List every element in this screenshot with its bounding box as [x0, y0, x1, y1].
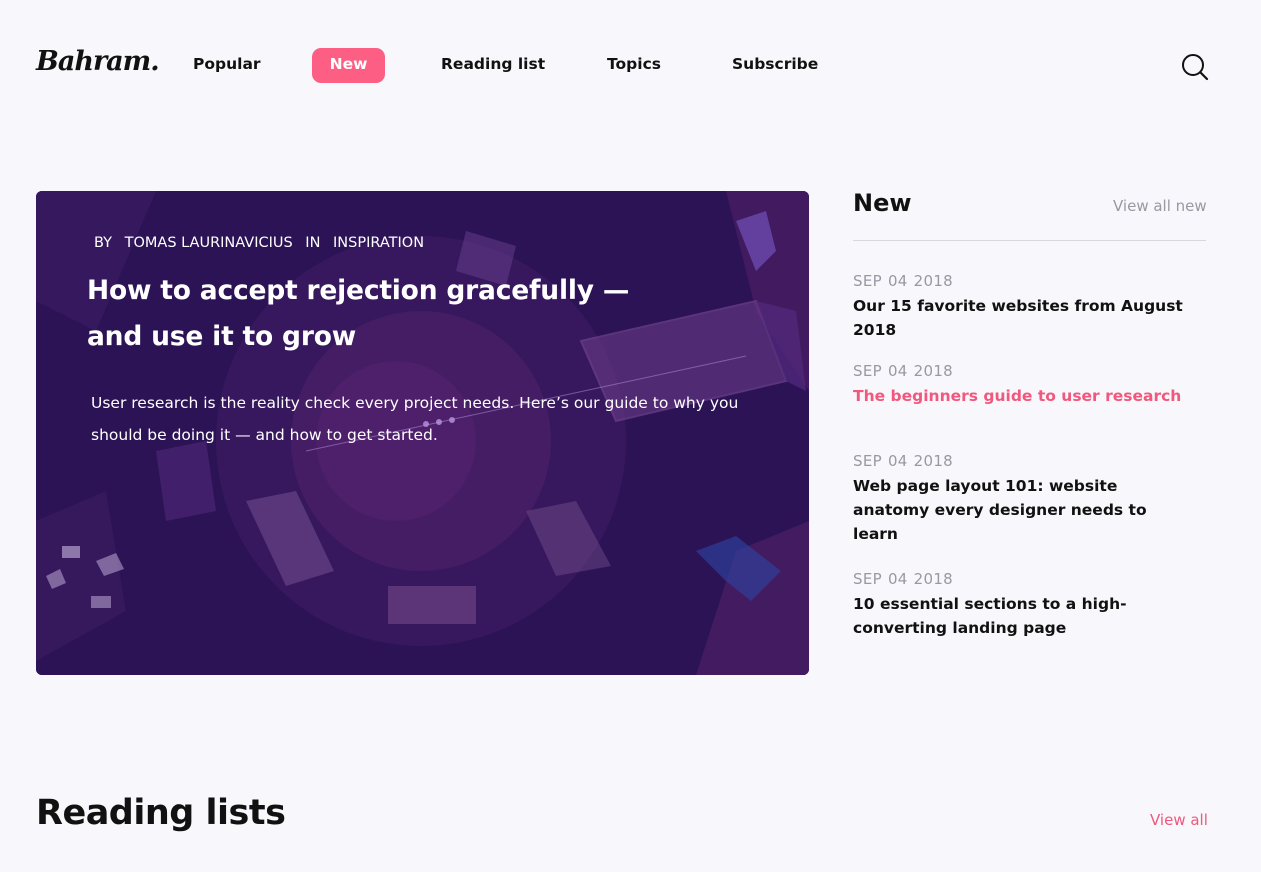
nav-item-topics[interactable]: Topics	[607, 48, 661, 83]
category-link[interactable]: INSPIRATION	[333, 235, 424, 251]
reading-lists-title: Reading lists	[36, 793, 286, 833]
date-month: SEP	[853, 570, 882, 588]
date-year: 2018	[913, 452, 954, 470]
nav-item-reading-list[interactable]: Reading list	[441, 48, 545, 83]
article-title[interactable]: The beginners guide to user research	[853, 384, 1193, 408]
new-section-title: New	[853, 189, 912, 217]
list-item[interactable]: SEP 04 2018 Our 15 favorite websites from …	[853, 272, 1193, 342]
page: Bahram. Popular New Reading list Topics …	[0, 0, 1261, 872]
list-item[interactable]: SEP 04 2018 10 essential sections to a hig…	[853, 570, 1193, 640]
date-month: SEP	[853, 452, 882, 470]
article-date: SEP 04 2018	[853, 272, 1193, 290]
list-item[interactable]: SEP 04 2018 The beginners guide to user re…	[853, 362, 1193, 408]
article-title[interactable]: Our 15 favorite websites from August 201…	[853, 294, 1193, 342]
date-year: 2018	[913, 272, 954, 290]
byline-in-label: IN	[305, 235, 321, 251]
article-date: SEP 04 2018	[853, 362, 1193, 380]
nav-item-subscribe[interactable]: Subscribe	[732, 48, 818, 83]
view-all-new-link[interactable]: View all new	[1113, 197, 1207, 215]
byline-by-label: BY	[94, 235, 113, 251]
article-byline: BY TOMAS LAURINAVICIUS IN INSPIRATION	[94, 235, 432, 251]
article-date: SEP 04 2018	[853, 452, 1193, 470]
date-month: SEP	[853, 272, 882, 290]
nav-item-popular[interactable]: Popular	[193, 48, 261, 83]
date-day: 04	[887, 272, 908, 290]
date-month: SEP	[853, 362, 882, 380]
search-button[interactable]	[1180, 52, 1210, 82]
date-year: 2018	[913, 570, 954, 588]
date-day: 04	[887, 452, 908, 470]
date-year: 2018	[913, 362, 954, 380]
featured-article-card[interactable]: BY TOMAS LAURINAVICIUS IN INSPIRATION Ho…	[36, 191, 809, 675]
author-name[interactable]: TOMAS LAURINAVICIUS	[125, 235, 293, 251]
nav-item-new[interactable]: New	[312, 48, 385, 83]
date-day: 04	[887, 362, 908, 380]
view-all-reading-lists-link[interactable]: View all	[1150, 811, 1208, 829]
article-title[interactable]: Web page layout 101: website anatomy eve…	[853, 474, 1193, 546]
article-date: SEP 04 2018	[853, 570, 1193, 588]
featured-article-title[interactable]: How to accept rejection gracefully — and…	[87, 268, 677, 360]
date-day: 04	[887, 570, 908, 588]
brand-logo[interactable]: Bahram.	[36, 46, 160, 77]
featured-article-description: User research is the reality check every…	[91, 394, 739, 444]
section-divider	[853, 240, 1206, 241]
list-item[interactable]: SEP 04 2018 Web page layout 101: website a…	[853, 452, 1193, 546]
search-icon	[1182, 54, 1209, 81]
article-title[interactable]: 10 essential sections to a high-converti…	[853, 592, 1193, 640]
